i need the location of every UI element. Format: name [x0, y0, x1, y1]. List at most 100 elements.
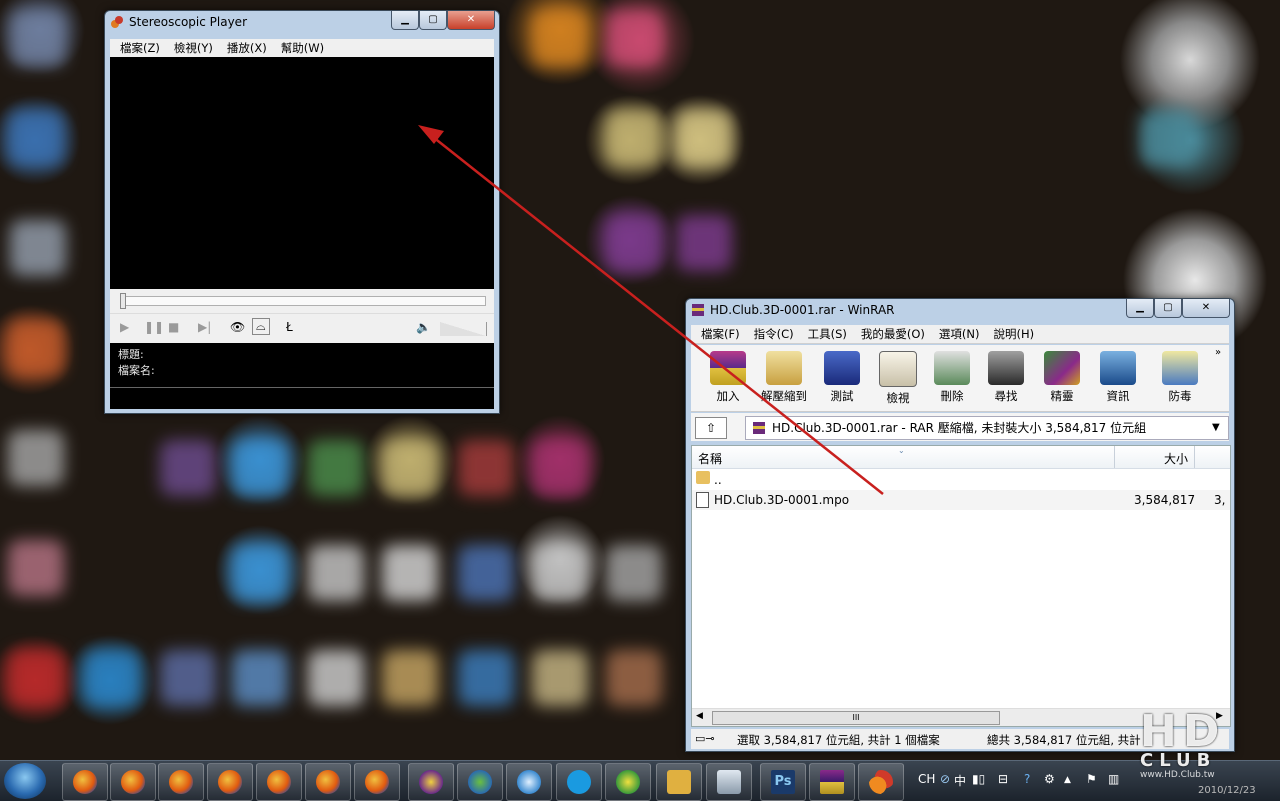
- desktop-icon[interactable]: [606, 215, 662, 271]
- menu-favorites[interactable]: 我的最愛(O): [861, 326, 925, 342]
- desktop-icon[interactable]: [8, 540, 64, 596]
- action-center-flag-icon[interactable]: ⚑: [1086, 772, 1097, 786]
- seek-thumb[interactable]: [120, 293, 126, 309]
- taskbar-firefox[interactable]: [110, 763, 156, 801]
- desktop-icon[interactable]: [532, 650, 588, 706]
- up-folder-button[interactable]: ⇧: [695, 417, 727, 439]
- desktop-icon[interactable]: [8, 320, 64, 376]
- left-right-icon[interactable]: Ł: [286, 320, 293, 334]
- pause-icon[interactable]: ❚❚: [144, 320, 164, 334]
- column-divider[interactable]: [1114, 446, 1115, 468]
- video-area[interactable]: [110, 57, 494, 289]
- dropdown-arrow-icon[interactable]: ▼: [1212, 417, 1220, 439]
- desktop-icon[interactable]: [532, 440, 588, 496]
- ime-pad-icon[interactable]: ⊟: [998, 772, 1008, 786]
- volume-icon[interactable]: 🔈: [416, 320, 431, 334]
- seek-track[interactable]: [120, 296, 486, 306]
- desktop-icon[interactable]: [606, 10, 662, 66]
- desktop-icon[interactable]: [606, 650, 662, 706]
- close-button[interactable]: ✕: [1182, 299, 1230, 318]
- menu-commands[interactable]: 指令(C): [754, 326, 794, 342]
- taskbar-firefox[interactable]: [305, 763, 351, 801]
- test-button[interactable]: 測試: [815, 351, 869, 404]
- volume-slider[interactable]: [440, 322, 487, 336]
- scroll-thumb[interactable]: III: [712, 711, 1000, 725]
- desktop-icon[interactable]: [308, 650, 364, 706]
- menu-file[interactable]: 檔案(Z): [120, 40, 160, 56]
- next-frame-icon[interactable]: ▶|: [198, 320, 211, 334]
- desktop-icon[interactable]: [84, 650, 140, 706]
- desktop-icon[interactable]: [232, 440, 288, 496]
- taskbar-stereoscopic-player[interactable]: [858, 763, 904, 801]
- taskbar-winrar[interactable]: [809, 763, 855, 801]
- taskbar-recycle-bin[interactable]: [706, 763, 752, 801]
- info-button[interactable]: 資訊: [1091, 351, 1145, 404]
- menu-help[interactable]: 說明(H): [994, 326, 1035, 342]
- desktop-icon[interactable]: [1140, 110, 1196, 166]
- desktop-icon[interactable]: [458, 545, 514, 601]
- desktop-icon[interactable]: [532, 10, 588, 66]
- taskbar-photoshop[interactable]: Ps: [760, 763, 806, 801]
- scroll-left-icon[interactable]: ◀: [696, 711, 703, 721]
- extract-to-button[interactable]: 解壓縮到: [757, 351, 811, 404]
- taskbar-messenger[interactable]: [457, 763, 503, 801]
- column-divider[interactable]: [1194, 446, 1195, 468]
- desktop-icon[interactable]: [8, 110, 64, 166]
- taskbar-media-center[interactable]: [605, 763, 651, 801]
- help-icon[interactable]: ?: [1024, 772, 1030, 786]
- title-bar[interactable]: HD.Club.3D-0001.rar - WinRAR ▁ ▢ ✕: [686, 299, 1234, 321]
- taskbar-firefox[interactable]: [62, 763, 108, 801]
- desktop-icon[interactable]: [382, 650, 438, 706]
- desktop-icon[interactable]: [458, 650, 514, 706]
- desktop-icon[interactable]: [606, 545, 662, 601]
- find-button[interactable]: 尋找: [979, 351, 1033, 404]
- taskbar-yahoo-messenger[interactable]: [408, 763, 454, 801]
- language-indicator[interactable]: CH: [918, 772, 935, 786]
- menu-view[interactable]: 檢視(Y): [174, 40, 213, 56]
- archive-path-dropdown[interactable]: HD.Club.3D-0001.rar - RAR 壓縮檔, 未封裝大小 3,5…: [745, 416, 1229, 440]
- list-item[interactable]: ..: [692, 470, 1230, 490]
- wizard-button[interactable]: 精靈: [1035, 351, 1089, 404]
- full-width-icon[interactable]: ▮▯: [972, 772, 985, 786]
- desktop-icon[interactable]: [8, 650, 64, 706]
- desktop-icon[interactable]: [8, 430, 64, 486]
- ime-settings-icon[interactable]: ⚙: [1044, 772, 1055, 786]
- taskbar-firefox[interactable]: [158, 763, 204, 801]
- view-button[interactable]: 檢視: [871, 351, 925, 406]
- desktop-icon[interactable]: [308, 545, 364, 601]
- close-button[interactable]: ✕: [447, 11, 495, 30]
- toolbar-overflow-icon[interactable]: »: [1215, 347, 1221, 358]
- menu-play[interactable]: 播放(X): [227, 40, 267, 56]
- taskbar-firefox[interactable]: [354, 763, 400, 801]
- stereo-glasses-icon[interactable]: ⌓: [252, 318, 270, 335]
- seek-bar[interactable]: [110, 289, 494, 313]
- desktop-icon[interactable]: [232, 545, 288, 601]
- desktop-icon[interactable]: [160, 440, 216, 496]
- desktop-icon[interactable]: [458, 440, 514, 496]
- column-name-header[interactable]: 名稱: [698, 450, 722, 467]
- menu-file[interactable]: 檔案(F): [701, 326, 740, 342]
- taskbar-firefox[interactable]: [207, 763, 253, 801]
- taskbar-firefox[interactable]: [256, 763, 302, 801]
- list-item[interactable]: HD.Club.3D-0001.mpo 3,584,817 3,: [692, 490, 1230, 510]
- ime-icon[interactable]: ⊘: [940, 772, 950, 786]
- taskbar-live-messenger[interactable]: [506, 763, 552, 801]
- show-hidden-icons[interactable]: ▲: [1064, 775, 1071, 785]
- menu-options[interactable]: 選項(N): [939, 326, 980, 342]
- delete-button[interactable]: 刪除: [925, 351, 979, 404]
- menu-tools[interactable]: 工具(S): [808, 326, 847, 342]
- desktop-icon[interactable]: [676, 215, 732, 271]
- taskbar-skype[interactable]: [556, 763, 602, 801]
- play-icon[interactable]: ▶: [120, 320, 129, 334]
- maximize-button[interactable]: ▢: [1154, 299, 1182, 318]
- desktop-icon[interactable]: [308, 440, 364, 496]
- desktop-icon[interactable]: [532, 545, 588, 601]
- maximize-button[interactable]: ▢: [419, 11, 447, 30]
- desktop-icon[interactable]: [676, 110, 732, 166]
- minimize-button[interactable]: ▁: [391, 11, 419, 30]
- desktop-icon[interactable]: [10, 10, 66, 66]
- network-icon[interactable]: ▥: [1108, 772, 1119, 786]
- menu-help[interactable]: 幫助(W): [281, 40, 324, 56]
- taskbar-explorer[interactable]: [656, 763, 702, 801]
- minimize-button[interactable]: ▁: [1126, 299, 1154, 318]
